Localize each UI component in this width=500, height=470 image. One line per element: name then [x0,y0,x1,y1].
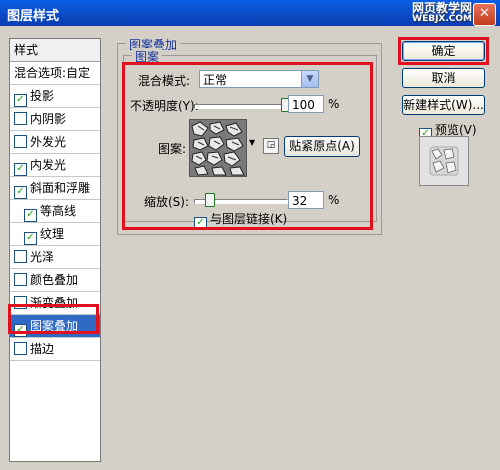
style-item-label: 内阴影 [30,112,67,126]
styles-header[interactable]: 样式 [10,39,100,62]
style-item-label: 描边 [30,342,55,356]
preview-label: 预览(V) [435,123,477,137]
style-item-label: 混合选项:自定 [14,66,91,80]
style-item[interactable]: 混合选项:自定 [10,62,100,85]
title-bar: 图层样式 网页教学网 WEBJX.COM ✕ [0,0,500,26]
style-preview [419,136,469,186]
style-item[interactable]: ✓ 斜面和浮雕 [10,177,100,200]
style-item-checkbox[interactable] [14,273,27,286]
window-title: 图层样式 [7,9,60,24]
style-item-checkbox[interactable]: ✓ [24,232,37,245]
style-item[interactable]: 颜色叠加 [10,269,100,292]
close-icon: ✕ [479,6,490,21]
style-item[interactable]: ✓ 纹理 [10,223,100,246]
style-item[interactable]: ✓ 内发光 [10,154,100,177]
style-item-label: 斜面和浮雕 [30,181,91,195]
style-item-label: 内发光 [30,158,67,172]
style-item[interactable]: 描边 [10,338,100,361]
close-button[interactable]: ✕ [473,3,496,26]
styles-list: 样式 混合选项:自定 ✓ 投影 内阴影 外发光 ✓ 内发光 ✓ 斜面和浮雕 ✓ 等高线 ✓ 纹理 光泽 颜色… [9,38,101,462]
highlight-pattern-settings [122,62,373,230]
style-item-checkbox[interactable] [14,135,27,148]
style-item-checkbox[interactable]: ✓ [14,163,27,176]
style-item-label: 颜色叠加 [30,273,79,287]
style-item-label: 投影 [30,89,55,103]
watermark: 网页教学网 WEBJX.COM [362,2,472,24]
preview-thumbnail-icon [420,137,468,185]
style-item-checkbox[interactable] [14,112,27,125]
style-item-label: 纹理 [40,227,65,241]
style-item-checkbox[interactable]: ✓ [14,186,27,199]
highlight-ok-button [398,37,489,65]
style-item-checkbox[interactable]: ✓ [14,94,27,107]
watermark-line2: WEBJX.COM [412,14,472,24]
style-item[interactable]: ✓ 投影 [10,85,100,108]
style-item-label: 等高线 [40,204,77,218]
cancel-button[interactable]: 取消 [402,68,485,88]
style-item[interactable]: 光泽 [10,246,100,269]
style-item[interactable]: 外发光 [10,131,100,154]
style-item-checkbox[interactable] [14,342,27,355]
style-item-checkbox[interactable] [14,250,27,263]
style-item-label: 光泽 [30,250,55,264]
new-style-button[interactable]: 新建样式(W)... [402,95,485,115]
style-item[interactable]: 内阴影 [10,108,100,131]
style-item-label: 外发光 [30,135,67,149]
style-item-checkbox[interactable]: ✓ [24,209,37,222]
layer-style-dialog: 样式 混合选项:自定 ✓ 投影 内阴影 外发光 ✓ 内发光 ✓ 斜面和浮雕 ✓ 等高线 ✓ 纹理 光泽 颜色… [0,26,500,470]
style-item[interactable]: ✓ 等高线 [10,200,100,223]
highlight-pattern-overlay-item [8,304,99,334]
